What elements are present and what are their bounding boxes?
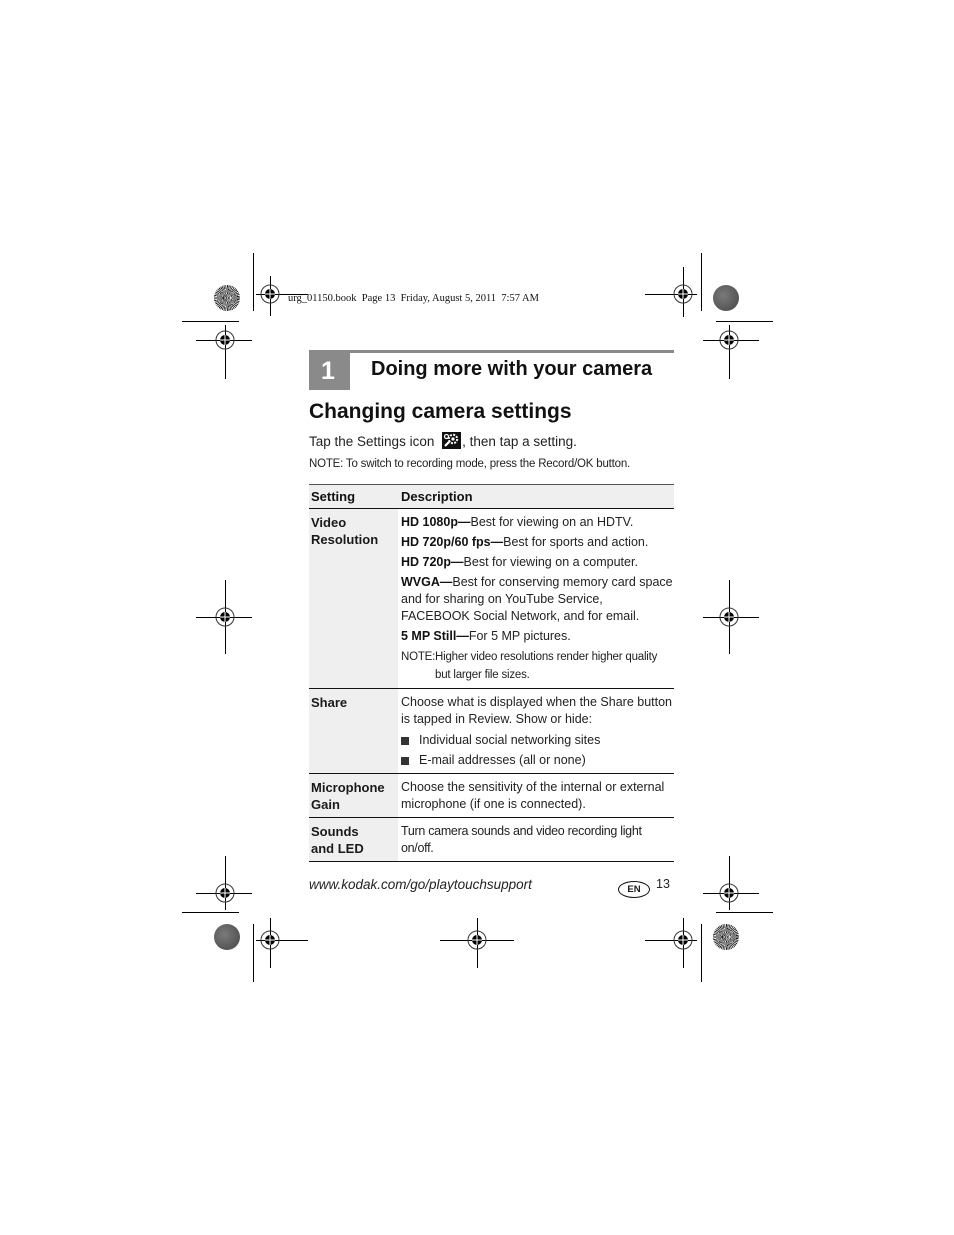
bullet-text: Individual social networking sites	[419, 733, 601, 747]
bullet-square-icon	[401, 756, 409, 765]
setting-description: Turn camera sounds and video recording l…	[401, 824, 642, 855]
setting-name: Sounds and LED	[309, 818, 398, 861]
option-name: HD 720p/60 fps—	[401, 535, 504, 549]
setting-description: HD 1080p—Best for viewing on an HDTV. HD…	[398, 509, 674, 688]
settings-icon	[442, 432, 462, 449]
bullet-text: E-mail addresses (all or none)	[419, 753, 586, 767]
registration-mark-icon	[671, 282, 695, 306]
crop-line	[716, 912, 773, 913]
crop-line	[253, 253, 254, 311]
color-target-radial-icon	[214, 285, 240, 311]
table-row-video-resolution: Video Resolution HD 1080p—Best for viewi…	[309, 509, 674, 688]
settings-table: Setting Description Video Resolution HD …	[309, 484, 674, 862]
option-hd-1080p: HD 1080p—Best for viewing on an HDTV.	[401, 514, 674, 531]
setting-description: Choose what is displayed when the Share …	[398, 689, 674, 773]
setting-name: Video Resolution	[309, 509, 398, 688]
crop-line	[182, 912, 239, 913]
registration-mark-icon	[258, 928, 282, 952]
option-text: Best for viewing on an HDTV.	[470, 515, 634, 529]
share-description: Choose what is displayed when the Share …	[401, 695, 673, 726]
option-hd-720p: HD 720p—Best for viewing on a computer.	[401, 554, 674, 571]
color-target-gray-icon	[214, 924, 240, 950]
note-recording-mode: NOTE: To switch to recording mode, press…	[309, 458, 631, 470]
table-header-row: Setting Description	[309, 484, 674, 509]
note-label: NOTE:	[401, 651, 436, 663]
chapter-title: Doing more with your camera	[371, 358, 653, 380]
color-target-radial-icon	[713, 924, 739, 950]
option-name: HD 1080p—	[401, 515, 471, 529]
column-header-description: Description	[401, 489, 473, 504]
setting-description: Choose the sensitivity of the internal o…	[401, 780, 665, 811]
crop-line	[701, 253, 702, 311]
intro-text: Tap the Settings icon , then tap a setti…	[309, 432, 577, 449]
registration-mark-icon	[213, 881, 237, 905]
option-wvga: WVGA—Best for conserving memory card spa…	[401, 574, 674, 625]
registration-mark-icon	[671, 928, 695, 952]
note-video-resolution: NOTE: Higher video resolutions render hi…	[401, 648, 674, 684]
registration-mark-icon	[717, 605, 741, 629]
intro-text-after: , then tap a setting.	[462, 434, 577, 449]
registration-mark-icon	[213, 605, 237, 629]
intro-text-before: Tap the Settings icon	[309, 434, 439, 449]
registration-mark-icon	[213, 328, 237, 352]
language-badge: EN	[618, 881, 650, 898]
crop-line	[182, 321, 239, 322]
option-text: For 5 MP pictures.	[468, 629, 571, 643]
print-slug: urg_01150.book Page 13 Friday, August 5,…	[288, 293, 539, 304]
setting-name: Share	[309, 689, 398, 773]
registration-mark-icon	[717, 328, 741, 352]
option-5mp-still: 5 MP Still—For 5 MP pictures.	[401, 628, 674, 645]
crop-line	[253, 924, 254, 982]
option-name: 5 MP Still—	[401, 629, 469, 643]
support-url-link[interactable]: www.kodak.com/go/playtouchsupport	[309, 877, 532, 892]
registration-mark-icon	[465, 928, 489, 952]
registration-mark-icon	[717, 881, 741, 905]
registration-mark-icon	[258, 282, 282, 306]
option-hd-720p-60fps: HD 720p/60 fps—Best for sports and actio…	[401, 534, 674, 551]
page-number: 13	[656, 877, 670, 891]
setting-name: Microphone Gain	[309, 774, 398, 817]
chapter-number: 1	[309, 350, 350, 390]
option-text: Best for viewing on a computer.	[463, 555, 638, 569]
color-target-gray-icon	[713, 285, 739, 311]
table-row-microphone-gain: Microphone Gain Choose the sensitivity o…	[309, 773, 674, 817]
chapter-rule	[309, 350, 674, 353]
option-name: WVGA—	[401, 575, 453, 589]
option-name: HD 720p—	[401, 555, 464, 569]
column-header-setting: Setting	[311, 489, 356, 504]
option-text: Best for sports and action.	[503, 535, 649, 549]
bullet-item: Individual social networking sites	[401, 732, 674, 749]
table-row-share: Share Choose what is displayed when the …	[309, 688, 674, 773]
bullet-item: E-mail addresses (all or none)	[401, 752, 674, 769]
section-title: Changing camera settings	[309, 400, 572, 423]
table-row-sounds-and-led: Sounds and LED Turn camera sounds and vi…	[309, 817, 674, 862]
note-text: Higher video resolutions render higher q…	[435, 651, 658, 681]
crop-line	[701, 924, 702, 982]
crop-line	[716, 321, 773, 322]
bullet-square-icon	[401, 736, 409, 745]
